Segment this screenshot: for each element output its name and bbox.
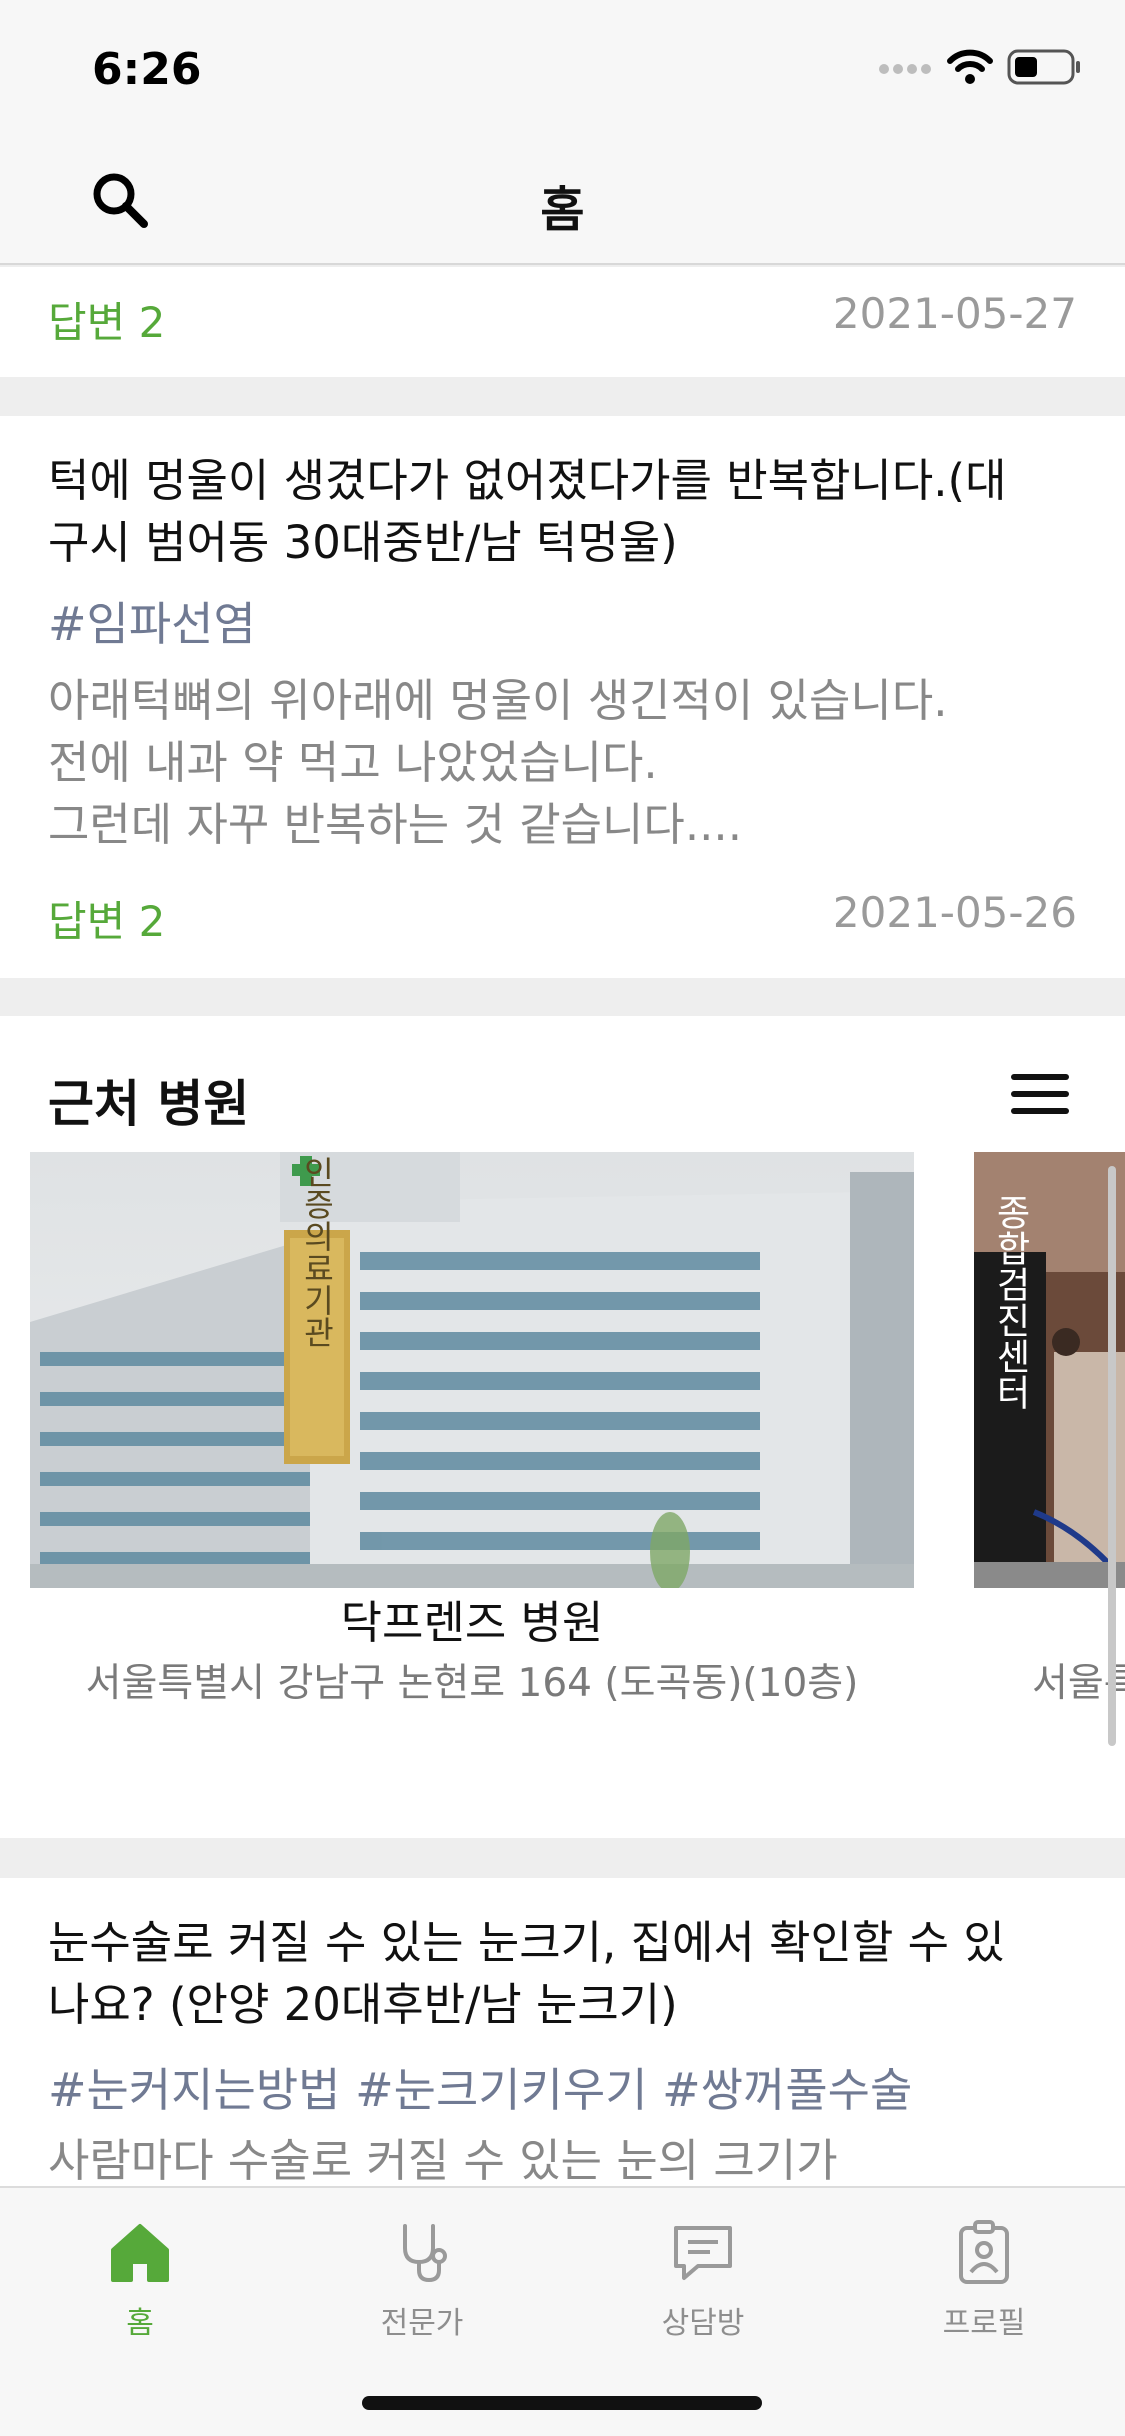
profile-badge-icon	[959, 2220, 1009, 2284]
section-title: 근처 병원	[48, 1075, 250, 1133]
signal-icon	[879, 64, 931, 74]
question-date: 2021-05-27	[832, 289, 1077, 338]
wifi-icon	[947, 49, 993, 84]
tab-label: 프로필	[942, 2306, 1026, 2341]
chat-icon	[674, 2226, 732, 2280]
question-card[interactable]: 눈수술로 커질 수 있는 눈크기, 집에서 확인할 수 있나요? (안양 20대…	[0, 1878, 1125, 2188]
horizontal-scrollbar[interactable]	[1108, 1166, 1116, 1746]
hospital-sign-text: 인증의료기관	[298, 1156, 336, 1348]
answer-count: 답변 2	[48, 298, 166, 347]
question-title: 눈수술로 커질 수 있는 눈크기, 집에서 확인할 수 있나요? (안양 20대…	[48, 1916, 1005, 2031]
home-indicator	[362, 2396, 762, 2410]
hospital-photo: 종합검진센터	[974, 1152, 1125, 1588]
status-indicators	[879, 48, 1083, 86]
hospital-sign-text: 종합검진센터	[990, 1194, 1031, 1410]
hospital-photo: 인증의료기관	[30, 1152, 914, 1588]
question-tags: #임파선염	[48, 597, 256, 651]
answer-count: 답변 2	[48, 897, 166, 946]
question-card[interactable]: 답변 2 2021-05-27	[0, 267, 1125, 377]
battery-icon	[1007, 49, 1080, 85]
question-body: 사람마다 수술로 커질 수 있는 눈의 크기가	[48, 2130, 1025, 2188]
tab-experts[interactable]: 전문가	[322, 2218, 522, 2342]
status-time: 6:26	[92, 44, 202, 95]
navigation-bar: 홈	[0, 132, 1125, 265]
question-tags: #눈커지는방법 #눈크기키우기 #쌍꺼풀수술	[48, 2063, 913, 2117]
tab-label: 상담방	[661, 2306, 745, 2341]
home-icon	[111, 2224, 169, 2282]
question-body-line: 사람마다 수술로 커질 수 있는 눈의 크기가	[48, 2134, 838, 2187]
tab-label: 전문가	[380, 2306, 464, 2341]
question-date: 2021-05-26	[832, 888, 1077, 937]
status-bar: 6:26	[0, 0, 1125, 132]
nearby-hospitals-section: 근처 병원 인증의료기관 닥프렌즈 병원 서울특별시 강남구 논현로 164 (…	[0, 1016, 1125, 1838]
tab-home[interactable]: 홈	[40, 2218, 240, 2342]
question-body: 아래턱뼈의 위아래에 멍울이 생긴적이 있습니다. 전에 내과 약 먹고 나았었…	[48, 670, 1025, 856]
question-body-line: 그런데 자꾸 반복하는 것 같습니다....	[48, 798, 743, 851]
page-title: 홈	[540, 182, 585, 238]
question-body-line: 전에 내과 약 먹고 나았었습니다.	[48, 736, 658, 789]
question-title: 턱에 멍울이 생겼다가 없어졌다가를 반복합니다.(대구시 범어동 30대중반/…	[48, 454, 1007, 569]
stethoscope-icon	[403, 2224, 447, 2283]
question-card[interactable]: 턱에 멍울이 생겼다가 없어졌다가를 반복합니다.(대구시 범어동 30대중반/…	[0, 416, 1125, 978]
tab-profile[interactable]: 프로필	[884, 2218, 1084, 2342]
hospital-address: 서울특별시 강남구 논현로 164 (도곡동)(10층)	[85, 1661, 859, 1706]
question-body-line: 아래턱뼈의 위아래에 멍울이 생긴적이 있습니다.	[48, 674, 948, 727]
hospital-name: 닥프렌즈 병원	[340, 1596, 604, 1649]
tab-chat[interactable]: 상담방	[603, 2218, 803, 2342]
tab-label: 홈	[126, 2306, 154, 2341]
menu-icon[interactable]	[1011, 1074, 1069, 1114]
